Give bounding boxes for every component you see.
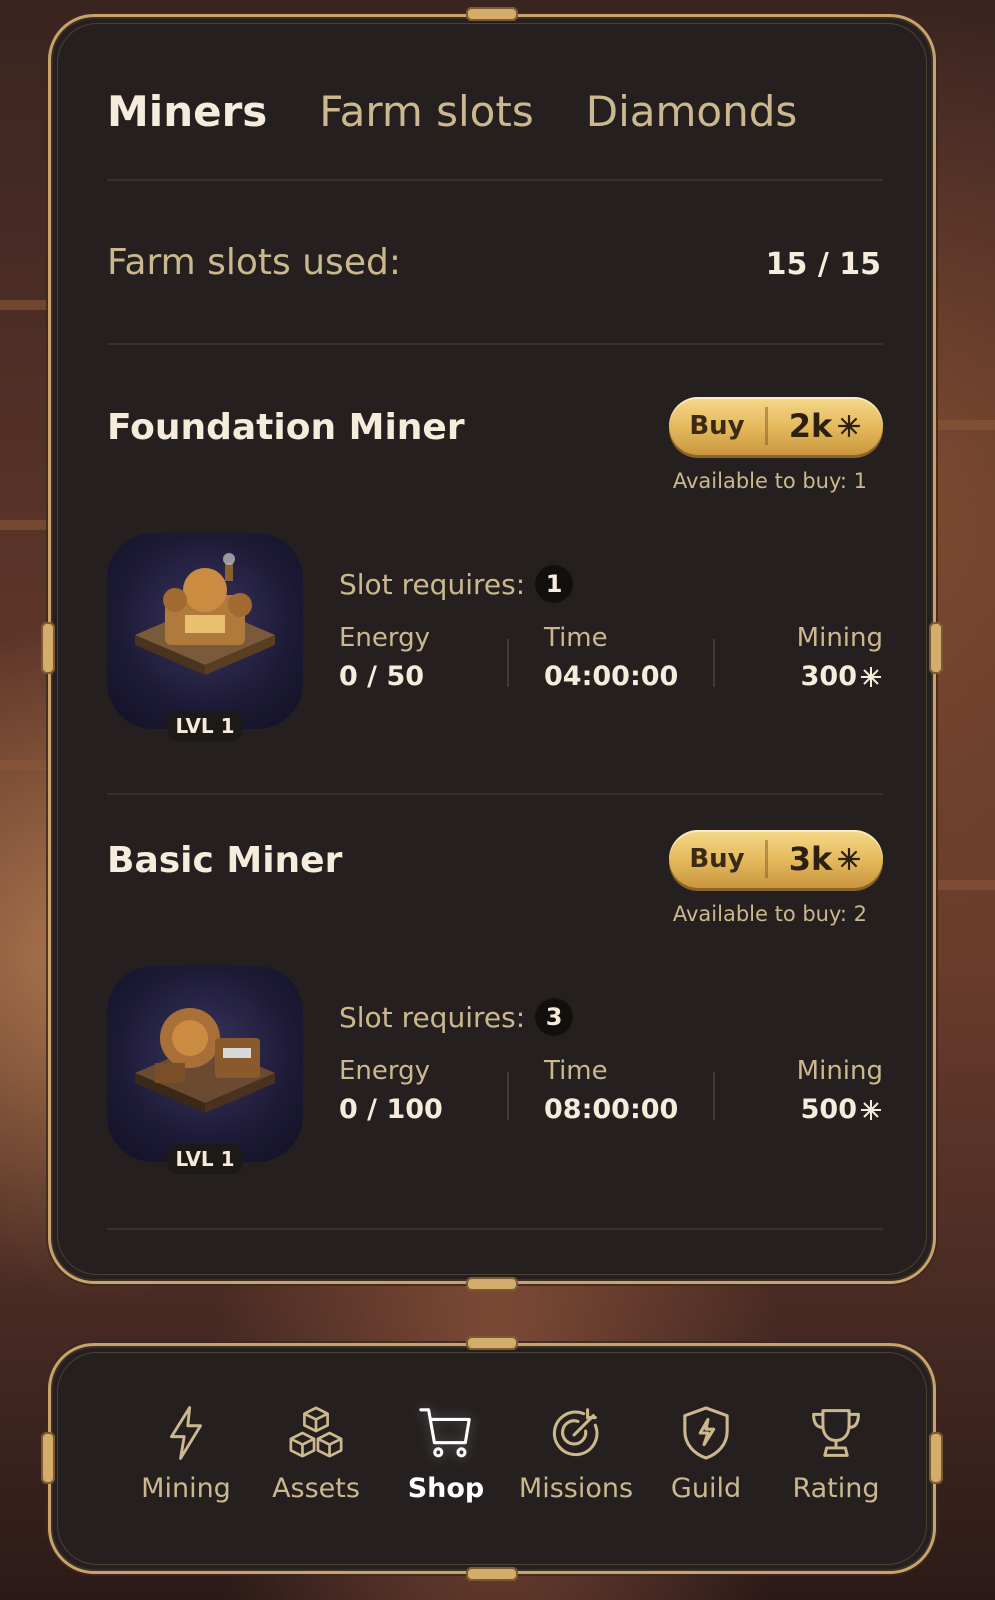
farm-slots-value: 15 / 15 (765, 247, 881, 282)
target-icon (552, 1408, 599, 1457)
miner-image: LVL 1 (107, 966, 303, 1174)
mining-value-row: 300 (797, 661, 883, 692)
slot-requires-label: Slot requires: (339, 567, 526, 601)
trophy-icon (812, 1409, 860, 1457)
nav-items: Mining Assets Shop Missions Guild Rating (121, 1401, 901, 1504)
cubes-icon (289, 1406, 343, 1458)
slot-requires-value: 3 (535, 998, 574, 1036)
time-stat: Time 08:00:00 (544, 1056, 678, 1125)
nav-label: Guild (670, 1473, 742, 1504)
farm-slots-label: Farm slots used: (107, 242, 401, 283)
crystal-icon (838, 415, 861, 437)
frame-ornament (41, 1432, 55, 1484)
nav-item-mining[interactable]: Mining (121, 1401, 251, 1504)
energy-label: Energy (339, 623, 431, 653)
nav-label: Rating (792, 1473, 880, 1504)
frame-ornament (466, 1277, 518, 1291)
buy-price: 3k (768, 840, 883, 878)
buy-button[interactable]: Buy 2k (669, 397, 883, 455)
frame-ornament (466, 7, 518, 21)
mining-label: Mining (796, 623, 883, 653)
buy-label: Buy (689, 411, 745, 441)
frame-ornament (466, 1336, 518, 1350)
miner-card: Foundation Miner Buy 2k Available to buy… (107, 397, 883, 797)
energy-value: 0 / 50 (339, 661, 425, 692)
slot-requires: Slot requires: 3 (339, 998, 574, 1036)
energy-label: Energy (339, 1056, 431, 1086)
mining-value: 300 (800, 661, 857, 692)
slot-requires-value: 1 (535, 565, 574, 603)
lightning-icon (170, 1406, 202, 1460)
shop-panel: Miners Farm slots Diamonds Farm slots us… (41, 7, 943, 1291)
nav-item-guild[interactable]: Guild (641, 1401, 771, 1504)
available-to-buy: Available to buy: 2 (672, 902, 867, 926)
level-badge: LVL 1 (167, 1144, 243, 1174)
nav-item-assets[interactable]: Assets (251, 1401, 381, 1504)
crystal-icon (838, 848, 861, 870)
crystal-icon (861, 1099, 881, 1120)
time-value: 04:00:00 (544, 661, 679, 692)
mining-value: 500 (800, 1094, 857, 1125)
buy-button[interactable]: Buy 3k (669, 830, 883, 888)
tab-miners[interactable]: Miners (107, 87, 267, 136)
shield-icon (683, 1406, 729, 1460)
miner-name: Foundation Miner (107, 407, 465, 448)
miner-image: LVL 1 (107, 533, 303, 741)
divider (107, 179, 883, 181)
energy-stat: Energy 0 / 100 (339, 1056, 443, 1125)
stat-separator (507, 1072, 509, 1120)
buy-label: Buy (689, 844, 745, 874)
stat-separator (507, 639, 509, 687)
buy-price: 2k (768, 407, 883, 445)
time-label: Time (544, 1056, 608, 1086)
stat-separator (713, 1072, 715, 1120)
time-stat: Time 04:00:00 (544, 623, 678, 692)
frame-ornament (466, 1567, 518, 1581)
mining-value-row: 500 (797, 1094, 883, 1125)
nav-item-rating[interactable]: Rating (771, 1401, 901, 1504)
foundation-miner-illustration (135, 553, 275, 675)
background-shelf (935, 420, 995, 430)
miner-card: Basic Miner Buy 3k Available to buy: 2 L… (107, 830, 883, 1230)
divider (107, 793, 883, 795)
nav-item-missions[interactable]: Missions (511, 1401, 641, 1504)
nav-label: Shop (407, 1473, 485, 1504)
basic-miner-illustration (135, 1008, 275, 1113)
divider (107, 343, 883, 345)
tab-farm-slots[interactable]: Farm slots (319, 87, 533, 136)
price-value: 2k (788, 407, 833, 445)
nav-item-shop[interactable]: Shop (381, 1401, 511, 1504)
crystal-icon (861, 666, 881, 687)
time-label: Time (544, 623, 608, 653)
level-badge: LVL 1 (167, 711, 243, 741)
nav-label: Mining (141, 1473, 231, 1504)
mining-stat: Mining 300 (797, 623, 883, 692)
frame-ornament (929, 1432, 943, 1484)
slot-requires: Slot requires: 1 (339, 565, 574, 603)
cart-icon (419, 1408, 471, 1458)
mining-label: Mining (796, 1056, 883, 1086)
nav-label: Assets (272, 1473, 360, 1504)
energy-value: 0 / 100 (339, 1094, 443, 1125)
shop-tabs: Miners Farm slots Diamonds (107, 87, 797, 136)
divider (107, 1228, 883, 1230)
bottom-nav: Mining Assets Shop Missions Guild Rating (41, 1336, 943, 1581)
slot-requires-label: Slot requires: (339, 1000, 526, 1034)
price-value: 3k (788, 840, 833, 878)
available-to-buy: Available to buy: 1 (672, 469, 867, 493)
stat-separator (713, 639, 715, 687)
mining-stat: Mining 500 (797, 1056, 883, 1125)
frame-ornament (929, 622, 943, 674)
nav-label: Missions (518, 1473, 634, 1504)
tab-diamonds[interactable]: Diamonds (586, 87, 798, 136)
miner-name: Basic Miner (107, 840, 343, 881)
frame-ornament (41, 622, 55, 674)
background-shelf (935, 880, 995, 890)
energy-stat: Energy 0 / 50 (339, 623, 430, 692)
time-value: 08:00:00 (544, 1094, 679, 1125)
